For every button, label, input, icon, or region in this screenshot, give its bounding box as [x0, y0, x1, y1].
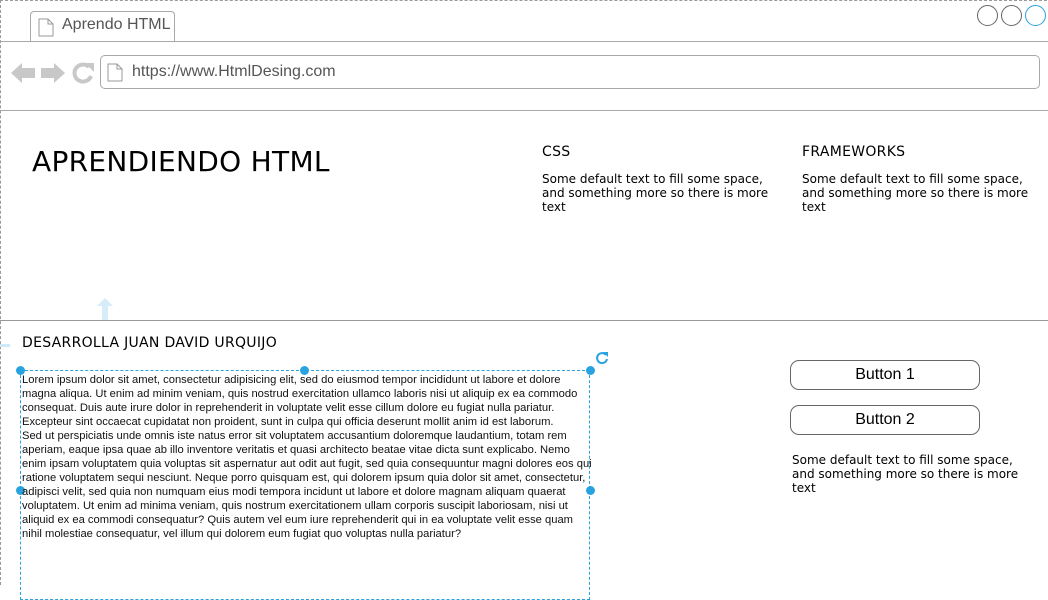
button-1[interactable]: Button 1: [790, 360, 980, 390]
reload-icon[interactable]: [71, 62, 95, 88]
css-column: CSS Some default text to fill some space…: [542, 144, 774, 214]
page-icon: [38, 18, 54, 41]
navigation-bar: https://www.HtmlDesing.com: [0, 41, 1048, 111]
rotate-handle-icon[interactable]: [595, 350, 609, 369]
tab-bar: Aprendo HTML: [0, 0, 1048, 42]
css-heading: CSS: [542, 144, 571, 160]
frameworks-text: Some default text to fill some space, an…: [802, 172, 1029, 214]
window-controls: [977, 5, 1046, 26]
tab-title: Aprendo HTML: [62, 16, 171, 33]
page-title: APRENDIENDO HTML: [32, 145, 330, 178]
lorem-paragraph: Sed ut perspiciatis unde omnis iste natu…: [22, 430, 592, 540]
close-button[interactable]: [1025, 5, 1046, 26]
browser-tab[interactable]: Aprendo HTML: [30, 11, 175, 41]
back-arrow-icon[interactable]: [10, 62, 36, 88]
page-icon: [107, 63, 123, 86]
sidebar-text: Some default text to fill some space, an…: [792, 453, 1019, 495]
frameworks-column: FRAMEWORKS Some default text to fill som…: [802, 144, 1034, 214]
minimize-button[interactable]: [977, 5, 998, 26]
url-text: https://www.HtmlDesing.com: [132, 63, 336, 80]
lorem-text-block: Lorem ipsum dolor sit amet, consectetur …: [22, 373, 594, 541]
guide-marker: [0, 344, 10, 347]
section-divider: [0, 320, 1048, 321]
css-text: Some default text to fill some space, an…: [542, 172, 769, 214]
forward-arrow-icon[interactable]: [40, 62, 66, 88]
author-heading: DESARROLLA JUAN DAVID URQUIJO: [22, 335, 278, 351]
lorem-paragraph: Lorem ipsum dolor sit amet, consectetur …: [22, 374, 578, 428]
address-bar[interactable]: https://www.HtmlDesing.com: [100, 55, 1040, 89]
frameworks-heading: FRAMEWORKS: [802, 144, 906, 160]
button-2[interactable]: Button 2: [790, 405, 980, 435]
maximize-button[interactable]: [1001, 5, 1022, 26]
